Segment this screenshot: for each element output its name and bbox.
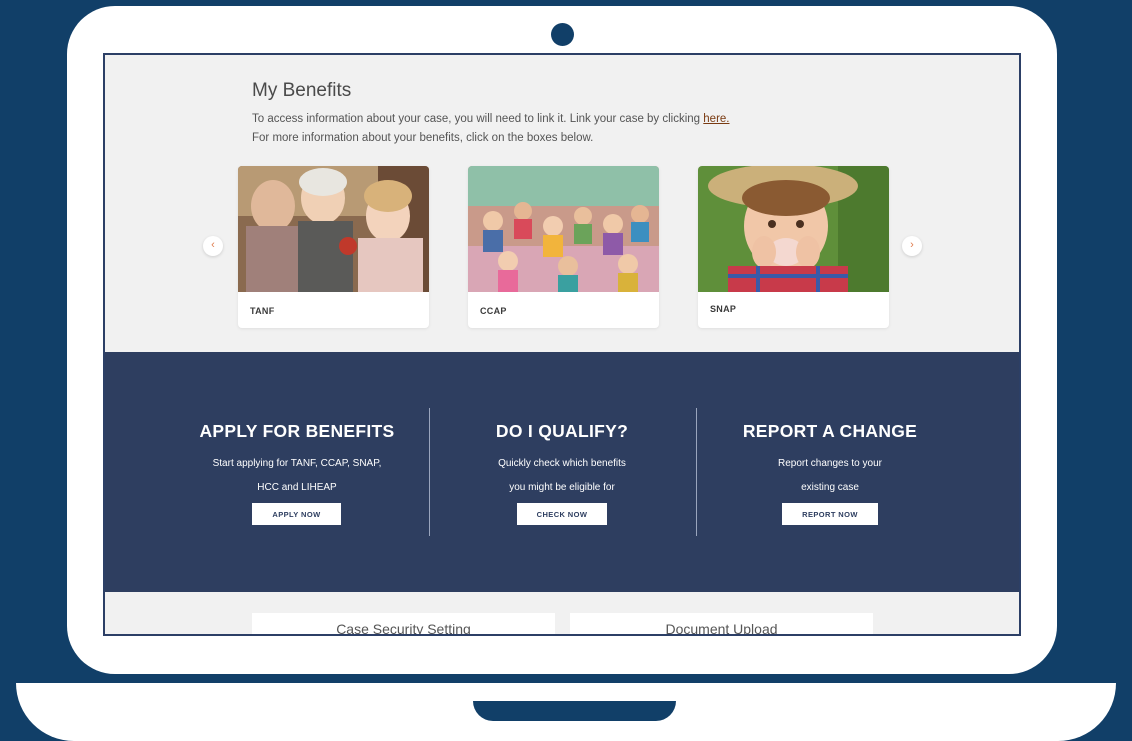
account-tools-section: Case Security Setting Document Upload bbox=[105, 592, 1019, 634]
benefit-card-ccap[interactable]: CCAP bbox=[468, 166, 659, 328]
qualify-description: Quickly check which benefits you might be… bbox=[432, 452, 692, 500]
apply-description-line2: HCC and LIHEAP bbox=[257, 482, 337, 493]
child-eating-photo bbox=[698, 166, 889, 292]
apply-description: Start applying for TANF, CCAP, SNAP, HCC … bbox=[167, 452, 427, 500]
report-heading: REPORT A CHANGE bbox=[742, 421, 918, 441]
chevron-right-icon: › bbox=[910, 239, 914, 251]
webcam-icon bbox=[551, 23, 574, 46]
apply-heading: APPLY FOR BENEFITS bbox=[199, 421, 395, 441]
benefits-info-text: For more information about your benefits… bbox=[252, 132, 594, 144]
card-label: SNAP bbox=[710, 304, 737, 314]
carousel-prev-button[interactable]: ‹ bbox=[203, 236, 223, 256]
qualify-description-line2: you might be eligible for bbox=[509, 482, 615, 493]
report-description-line1: Report changes to your bbox=[778, 458, 882, 469]
report-now-button[interactable]: REPORT NOW bbox=[782, 503, 878, 525]
benefit-card-tanf[interactable]: TANF bbox=[238, 166, 429, 328]
document-upload-tile[interactable]: Document Upload bbox=[570, 613, 873, 634]
carousel-next-button[interactable]: › bbox=[902, 236, 922, 256]
actions-section: APPLY FOR BENEFITS Start applying for TA… bbox=[105, 352, 1019, 592]
apply-description-line1: Start applying for TANF, CCAP, SNAP, bbox=[212, 458, 382, 469]
card-label: TANF bbox=[250, 306, 275, 316]
column-divider bbox=[696, 408, 697, 536]
report-description: Report changes to your existing case bbox=[700, 452, 960, 500]
family-photo bbox=[238, 166, 429, 292]
benefit-card-snap[interactable]: SNAP bbox=[698, 166, 889, 328]
column-divider bbox=[429, 408, 430, 536]
benefits-description: To access information about your case, y… bbox=[252, 110, 730, 148]
chevron-left-icon: ‹ bbox=[211, 239, 215, 251]
qualify-description-line1: Quickly check which benefits bbox=[498, 458, 626, 469]
report-description-line2: existing case bbox=[801, 482, 859, 493]
link-case-here-link[interactable]: here. bbox=[703, 113, 729, 125]
link-case-text: To access information about your case, y… bbox=[252, 110, 730, 129]
classroom-photo bbox=[468, 166, 659, 292]
laptop-screen: My Benefits To access information about … bbox=[103, 53, 1021, 636]
link-case-line: To access information about your case, y… bbox=[252, 113, 704, 125]
my-benefits-section: My Benefits To access information about … bbox=[105, 55, 1019, 352]
card-label: CCAP bbox=[480, 306, 507, 316]
laptop-notch bbox=[473, 701, 676, 721]
qualify-heading: DO I QUALIFY? bbox=[495, 421, 629, 441]
case-security-setting-tile[interactable]: Case Security Setting bbox=[252, 613, 555, 634]
apply-now-button[interactable]: APPLY NOW bbox=[252, 503, 341, 525]
check-now-button[interactable]: CHECK NOW bbox=[517, 503, 607, 525]
page-title: My Benefits bbox=[252, 80, 352, 101]
